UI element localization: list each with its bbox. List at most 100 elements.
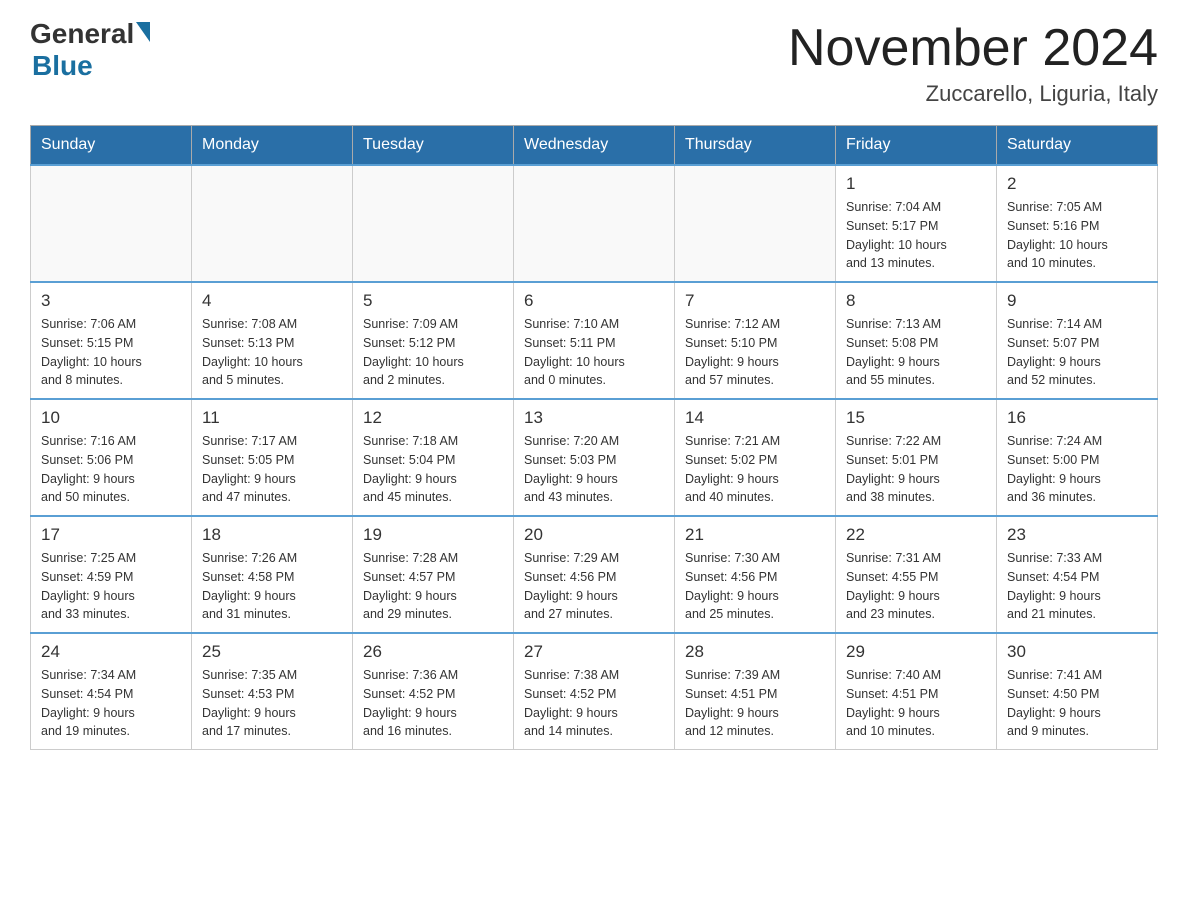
table-cell [353,165,514,282]
header-wednesday: Wednesday [514,126,675,166]
day-number: 17 [41,525,181,545]
day-info: Sunrise: 7:31 AM Sunset: 4:55 PM Dayligh… [846,549,986,624]
day-number: 27 [524,642,664,662]
table-cell: 24 Sunrise: 7:34 AM Sunset: 4:54 PM Dayli… [31,633,192,750]
calendar-header-row: Sunday Monday Tuesday Wednesday Thursday… [31,126,1158,166]
table-cell: 7 Sunrise: 7:12 AM Sunset: 5:10 PM Daylig… [675,282,836,399]
day-info: Sunrise: 7:12 AM Sunset: 5:10 PM Dayligh… [685,315,825,390]
day-info: Sunrise: 7:16 AM Sunset: 5:06 PM Dayligh… [41,432,181,507]
table-cell: 4Sunrise: 7:08 AM Sunset: 5:13 PM Daylig… [192,282,353,399]
day-number: 4 [202,291,342,311]
day-info: Sunrise: 7:14 AM Sunset: 5:07 PM Dayligh… [1007,315,1147,390]
day-number: 24 [41,642,181,662]
table-cell: 25 Sunrise: 7:35 AM Sunset: 4:53 PM Dayli… [192,633,353,750]
table-cell: 29 Sunrise: 7:40 AM Sunset: 4:51 PM Dayli… [836,633,997,750]
day-number: 1 [846,174,986,194]
table-cell: 6Sunrise: 7:10 AM Sunset: 5:11 PM Daylig… [514,282,675,399]
day-number: 22 [846,525,986,545]
day-number: 2 [1007,174,1147,194]
table-cell: 2Sunrise: 7:05 AM Sunset: 5:16 PM Daylig… [997,165,1158,282]
week-row-3: 10 Sunrise: 7:16 AM Sunset: 5:06 PM Dayli… [31,399,1158,516]
day-info: Sunrise: 7:13 AM Sunset: 5:08 PM Dayligh… [846,315,986,390]
day-number: 13 [524,408,664,428]
day-number: 20 [524,525,664,545]
day-number: 8 [846,291,986,311]
header-saturday: Saturday [997,126,1158,166]
day-info: Sunrise: 7:29 AM Sunset: 4:56 PM Dayligh… [524,549,664,624]
table-cell: 15 Sunrise: 7:22 AM Sunset: 5:01 PM Dayli… [836,399,997,516]
table-cell: 21 Sunrise: 7:30 AM Sunset: 4:56 PM Dayli… [675,516,836,633]
table-cell: 22 Sunrise: 7:31 AM Sunset: 4:55 PM Dayli… [836,516,997,633]
table-cell: 11 Sunrise: 7:17 AM Sunset: 5:05 PM Dayli… [192,399,353,516]
table-cell: 20 Sunrise: 7:29 AM Sunset: 4:56 PM Dayli… [514,516,675,633]
calendar-subtitle: Zuccarello, Liguria, Italy [788,81,1158,107]
table-cell: 3Sunrise: 7:06 AM Sunset: 5:15 PM Daylig… [31,282,192,399]
day-number: 18 [202,525,342,545]
table-cell: 19 Sunrise: 7:28 AM Sunset: 4:57 PM Dayli… [353,516,514,633]
logo-general-text: General [30,20,134,48]
table-cell [675,165,836,282]
week-row-1: 1 Sunrise: 7:04 AM Sunset: 5:17 PM Daylig… [31,165,1158,282]
day-number: 9 [1007,291,1147,311]
day-number: 16 [1007,408,1147,428]
table-cell: 30 Sunrise: 7:41 AM Sunset: 4:50 PM Dayli… [997,633,1158,750]
table-cell: 5Sunrise: 7:09 AM Sunset: 5:12 PM Daylig… [353,282,514,399]
week-row-5: 24 Sunrise: 7:34 AM Sunset: 4:54 PM Dayli… [31,633,1158,750]
day-info: Sunrise: 7:40 AM Sunset: 4:51 PM Dayligh… [846,666,986,741]
day-number: 15 [846,408,986,428]
table-cell: 18 Sunrise: 7:26 AM Sunset: 4:58 PM Dayli… [192,516,353,633]
day-info: Sunrise: 7:24 AM Sunset: 5:00 PM Dayligh… [1007,432,1147,507]
day-info: Sunrise: 7:10 AM Sunset: 5:11 PM Dayligh… [524,315,664,390]
logo-arrow-icon [136,22,150,42]
title-area: November 2024 Zuccarello, Liguria, Italy [788,20,1158,107]
table-cell [514,165,675,282]
table-cell: 13Sunrise: 7:20 AM Sunset: 5:03 PM Dayli… [514,399,675,516]
week-row-4: 17 Sunrise: 7:25 AM Sunset: 4:59 PM Dayli… [31,516,1158,633]
table-cell: 27 Sunrise: 7:38 AM Sunset: 4:52 PM Dayli… [514,633,675,750]
day-info: Sunrise: 7:38 AM Sunset: 4:52 PM Dayligh… [524,666,664,741]
day-number: 5 [363,291,503,311]
table-cell: 10 Sunrise: 7:16 AM Sunset: 5:06 PM Dayli… [31,399,192,516]
day-info: Sunrise: 7:34 AM Sunset: 4:54 PM Dayligh… [41,666,181,741]
day-info: Sunrise: 7:17 AM Sunset: 5:05 PM Dayligh… [202,432,342,507]
table-cell: 14Sunrise: 7:21 AM Sunset: 5:02 PM Dayli… [675,399,836,516]
day-number: 28 [685,642,825,662]
table-cell: 8 Sunrise: 7:13 AM Sunset: 5:08 PM Daylig… [836,282,997,399]
table-cell [192,165,353,282]
table-cell: 26Sunrise: 7:36 AM Sunset: 4:52 PM Dayli… [353,633,514,750]
header-monday: Monday [192,126,353,166]
logo-blue-text: Blue [30,50,93,82]
day-info: Sunrise: 7:35 AM Sunset: 4:53 PM Dayligh… [202,666,342,741]
day-info: Sunrise: 7:18 AM Sunset: 5:04 PM Dayligh… [363,432,503,507]
day-info: Sunrise: 7:41 AM Sunset: 4:50 PM Dayligh… [1007,666,1147,741]
day-info: Sunrise: 7:26 AM Sunset: 4:58 PM Dayligh… [202,549,342,624]
day-number: 29 [846,642,986,662]
logo: General Blue [30,20,150,82]
day-number: 11 [202,408,342,428]
week-row-2: 3Sunrise: 7:06 AM Sunset: 5:15 PM Daylig… [31,282,1158,399]
day-number: 30 [1007,642,1147,662]
header-thursday: Thursday [675,126,836,166]
table-cell: 1 Sunrise: 7:04 AM Sunset: 5:17 PM Daylig… [836,165,997,282]
day-number: 23 [1007,525,1147,545]
table-cell: 9 Sunrise: 7:14 AM Sunset: 5:07 PM Daylig… [997,282,1158,399]
day-info: Sunrise: 7:25 AM Sunset: 4:59 PM Dayligh… [41,549,181,624]
day-info: Sunrise: 7:28 AM Sunset: 4:57 PM Dayligh… [363,549,503,624]
header-sunday: Sunday [31,126,192,166]
day-info: Sunrise: 7:33 AM Sunset: 4:54 PM Dayligh… [1007,549,1147,624]
day-number: 10 [41,408,181,428]
day-number: 26 [363,642,503,662]
table-cell: 16 Sunrise: 7:24 AM Sunset: 5:00 PM Dayli… [997,399,1158,516]
day-number: 25 [202,642,342,662]
table-cell: 17 Sunrise: 7:25 AM Sunset: 4:59 PM Dayli… [31,516,192,633]
page-header: General Blue November 2024 Zuccarello, L… [30,20,1158,107]
day-number: 19 [363,525,503,545]
day-info: Sunrise: 7:30 AM Sunset: 4:56 PM Dayligh… [685,549,825,624]
day-info: Sunrise: 7:22 AM Sunset: 5:01 PM Dayligh… [846,432,986,507]
day-number: 7 [685,291,825,311]
day-info: Sunrise: 7:04 AM Sunset: 5:17 PM Dayligh… [846,198,986,273]
calendar-title: November 2024 [788,20,1158,77]
day-number: 21 [685,525,825,545]
table-cell: 28Sunrise: 7:39 AM Sunset: 4:51 PM Dayli… [675,633,836,750]
day-number: 3 [41,291,181,311]
